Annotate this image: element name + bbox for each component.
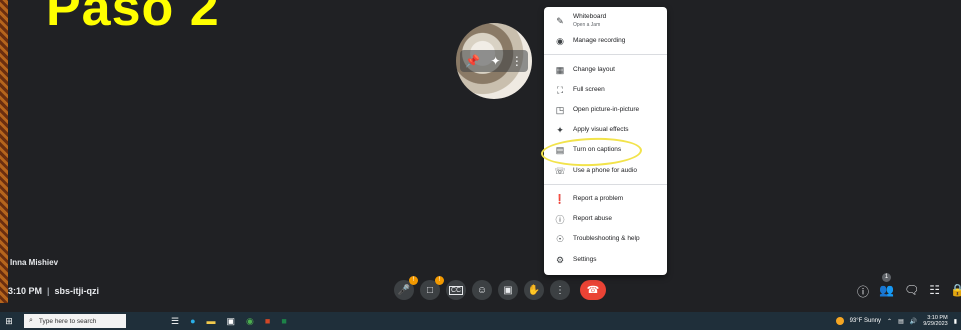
- hangup-icon: ☎: [586, 284, 600, 296]
- menu-item-settings[interactable]: ⚙ Settings: [544, 251, 667, 269]
- notifications-icon[interactable]: ▮: [954, 318, 957, 325]
- chat-icon[interactable]: 🗨: [904, 283, 919, 300]
- tile-overlay-controls: 📌 ✦ ⋮: [460, 50, 528, 72]
- meeting-time: 3:10 PM: [8, 286, 43, 296]
- menu-item-full-screen[interactable]: ⛶ Full screen: [544, 81, 667, 99]
- mic-warning-badge: !: [409, 276, 418, 285]
- system-tray: 93°F Sunny ⌃ ▤ 🔊 3:10 PM 9/29/2023 ▮: [835, 312, 957, 330]
- menu-item-troubleshooting[interactable]: ☉ Troubleshooting & help: [544, 230, 667, 248]
- effects-icon[interactable]: ✦: [490, 54, 500, 68]
- taskbar-pinned-apps: ☰ ● ▬ ▣ ◉ ■ ■: [171, 316, 287, 327]
- menu-item-label: Whiteboard: [573, 13, 607, 21]
- menu-item-whiteboard[interactable]: ✎ Whiteboard Open a Jam: [544, 10, 667, 32]
- abuse-icon: ⓘ: [555, 214, 565, 225]
- powerpoint-icon[interactable]: ■: [265, 316, 270, 327]
- menu-item-sublabel: Open a Jam: [573, 21, 601, 28]
- search-icon: ⌕: [29, 317, 33, 324]
- camera-warning-badge: !: [435, 276, 444, 285]
- help-icon: ☉: [555, 233, 565, 244]
- taskbar-search-placeholder: Type here to search: [38, 317, 97, 325]
- overlay-title: Paso 2: [46, 0, 220, 37]
- camera-button[interactable]: □!: [420, 276, 444, 300]
- left-stripe-decoration: [0, 0, 8, 303]
- windows-taskbar: ⊞ ⌕ Type here to search ☰ ● ▬ ▣ ◉ ■ ■ 93…: [0, 312, 961, 330]
- report-icon: ❗: [554, 193, 566, 204]
- more-vert-icon: ⋮: [555, 284, 565, 296]
- raise-hand-button[interactable]: ✋: [524, 280, 544, 300]
- chrome-icon[interactable]: ◉: [246, 316, 254, 327]
- end-call-button[interactable]: ☎: [580, 280, 606, 300]
- taskbar-search[interactable]: ⌕ Type here to search: [24, 314, 126, 328]
- menu-item-label: Settings: [573, 255, 597, 263]
- tray-chevron-icon[interactable]: ⌃: [887, 318, 892, 325]
- menu-divider: [544, 184, 667, 185]
- menu-item-label: Open picture-in-picture: [573, 105, 640, 113]
- menu-item-manage-recording[interactable]: ◉ Manage recording: [544, 32, 667, 50]
- call-controls: 🎤! □! CC ☺ ▣ ✋ ⋮ ☎: [394, 276, 606, 300]
- excel-icon[interactable]: ■: [281, 316, 286, 327]
- captions-button[interactable]: CC: [446, 280, 466, 300]
- menu-item-label: Report abuse: [573, 214, 613, 222]
- record-icon: ◉: [556, 35, 564, 46]
- task-view-icon[interactable]: ☰: [171, 316, 179, 327]
- network-icon[interactable]: ▤: [898, 318, 904, 325]
- menu-item-label: Change layout: [573, 65, 615, 73]
- sparkle-icon: ✦: [556, 124, 564, 135]
- info-icon[interactable]: ⓘ: [857, 283, 869, 300]
- more-options-button[interactable]: ⋮: [550, 280, 570, 300]
- pip-icon: ◳: [555, 104, 565, 115]
- mic-button[interactable]: 🎤!: [394, 276, 418, 300]
- meeting-separator: |: [47, 286, 50, 296]
- clock-date: 9/29/2023: [923, 321, 948, 327]
- menu-item-label: Report a problem: [573, 194, 624, 202]
- weather-text: 93°F Sunny: [849, 318, 882, 324]
- participant-name: Inna Mishiev: [10, 258, 59, 267]
- people-button[interactable]: 1 👥: [879, 273, 894, 300]
- menu-item-picture-in-picture[interactable]: ◳ Open picture-in-picture: [544, 101, 667, 119]
- menu-item-visual-effects[interactable]: ✦ Apply visual effects: [544, 121, 667, 139]
- pen-icon: ✎: [556, 15, 564, 26]
- fullscreen-icon: ⛶: [556, 84, 564, 95]
- taskbar-clock[interactable]: 3:10 PM 9/29/2023: [923, 315, 947, 327]
- menu-item-label: Troubleshooting & help: [573, 234, 640, 242]
- menu-item-label: Full screen: [573, 85, 605, 93]
- phone-icon: ☏: [554, 165, 566, 176]
- pin-icon[interactable]: 📌: [465, 54, 480, 68]
- menu-divider: [544, 54, 667, 55]
- present-button[interactable]: ▣: [498, 280, 518, 300]
- layout-icon: ▦: [555, 64, 565, 75]
- menu-item-label: Use a phone for audio: [573, 166, 637, 174]
- volume-icon[interactable]: 🔊: [910, 318, 917, 325]
- file-explorer-icon[interactable]: ▬: [207, 316, 216, 327]
- camera-off-icon: □: [426, 284, 434, 296]
- menu-item-report-abuse[interactable]: ⓘ Report abuse: [544, 210, 667, 228]
- store-icon[interactable]: ▣: [227, 316, 236, 327]
- hand-icon: ✋: [527, 284, 541, 296]
- more-tile-icon[interactable]: ⋮: [511, 54, 523, 68]
- meeting-info: 3:10 PM | sbs-itji-qzi: [8, 286, 99, 296]
- windows-start-icon[interactable]: ⊞: [0, 316, 18, 327]
- lock-icon[interactable]: 🔒: [950, 283, 961, 300]
- menu-item-label: Apply visual effects: [573, 125, 629, 133]
- emoji-button[interactable]: ☺: [472, 280, 492, 300]
- menu-item-report-problem[interactable]: ❗ Report a problem: [544, 190, 667, 208]
- captions-icon: CC: [448, 285, 464, 295]
- people-count-badge: 1: [882, 273, 892, 282]
- mic-off-icon: 🎤: [397, 284, 411, 296]
- present-icon: ▣: [503, 284, 513, 296]
- side-controls: ⓘ 1 👥 🗨 ☷ 🔒: [857, 273, 961, 300]
- activities-icon[interactable]: ☷: [929, 283, 940, 300]
- meeting-code: sbs-itji-qzi: [54, 286, 100, 296]
- weather-icon: [835, 317, 844, 325]
- emoji-icon: ☺: [476, 284, 488, 296]
- edge-icon[interactable]: ●: [190, 316, 195, 327]
- gear-icon: ⚙: [555, 254, 565, 265]
- people-icon: 👥: [879, 283, 894, 297]
- menu-item-label: Manage recording: [573, 36, 626, 44]
- menu-item-change-layout[interactable]: ▦ Change layout: [544, 61, 667, 79]
